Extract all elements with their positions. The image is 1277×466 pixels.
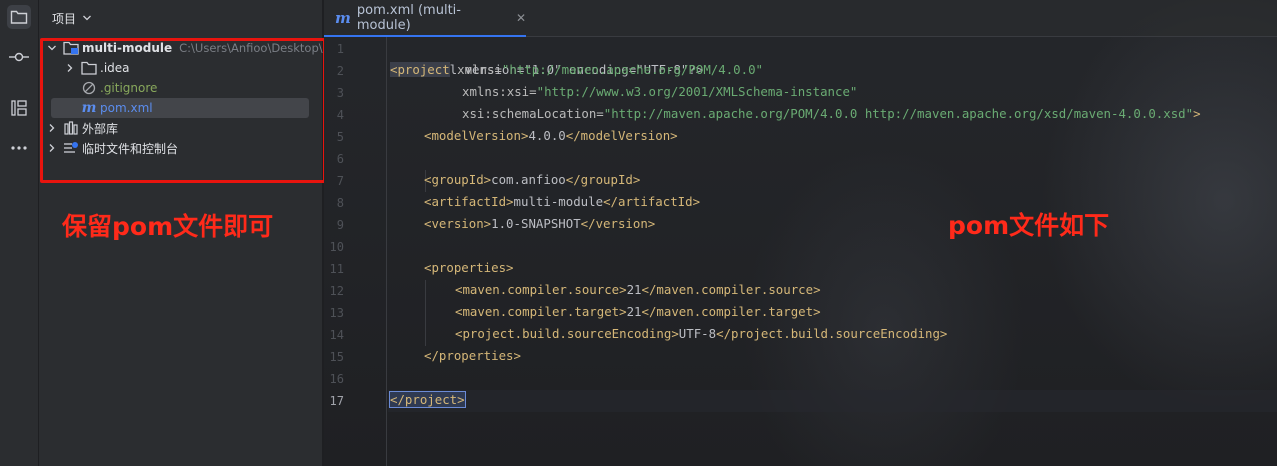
- annotation-right: pom文件如下: [948, 211, 1110, 240]
- line-number: 1: [336, 42, 344, 56]
- tab-bar: m pom.xml (multi-module) ✕: [324, 0, 1277, 37]
- indent-guide: [425, 280, 426, 346]
- open-tag: <project.build.sourceEncoding>: [455, 326, 679, 341]
- code-line-11[interactable]: <properties>: [424, 257, 514, 279]
- line-number: 5: [336, 130, 344, 144]
- code-line-4[interactable]: xsi:schemaLocation="http://maven.apache.…: [462, 103, 1201, 125]
- close-tag: </version>: [580, 216, 656, 231]
- line-number: 2: [336, 64, 344, 78]
- line-number: 12: [329, 284, 344, 298]
- activity-bar: [0, 0, 39, 466]
- line-number: 15: [329, 350, 344, 364]
- current-line-highlight: [388, 390, 1277, 412]
- close-icon[interactable]: ✕: [516, 11, 526, 25]
- line-number: 4: [336, 108, 344, 122]
- code-line-2[interactable]: <project xmlns="http://maven.apache.org/…: [390, 59, 763, 81]
- line-number: 14: [329, 328, 344, 342]
- tag-text: com.anfioo: [491, 172, 566, 187]
- close-tag: </modelVersion>: [565, 128, 678, 143]
- project-view-title: 项目: [52, 11, 77, 26]
- tag-text: 21: [626, 282, 642, 297]
- line-number: 6: [336, 152, 344, 166]
- tag-bracket: >: [457, 392, 465, 407]
- attribute-name: xsi:schemaLocation=: [462, 106, 604, 121]
- close-tag: </maven.compiler.source>: [641, 282, 821, 297]
- line-number: 10: [329, 240, 344, 254]
- line-number-gutter: 1 2 3 4 5 6 7 8 9 10 11 12 13 14 15 16 1…: [324, 37, 387, 466]
- tag-bracket: >: [1193, 106, 1201, 121]
- tag-text: multi-module: [513, 194, 604, 209]
- line-number: 16: [329, 372, 344, 386]
- folder-icon[interactable]: [7, 5, 31, 29]
- tab-pom-xml[interactable]: m pom.xml (multi-module) ✕: [324, 0, 526, 37]
- more-icon[interactable]: [7, 136, 31, 160]
- line-number: 8: [336, 196, 344, 210]
- line-number: 7: [336, 174, 344, 188]
- close-tag: </artifactId>: [603, 194, 701, 209]
- tag-text: 4.0.0: [528, 128, 566, 143]
- attribute-value: "http://www.w3.org/2001/XMLSchema-instan…: [536, 84, 858, 99]
- chevron-down-icon: [83, 15, 91, 21]
- close-tag: </groupId>: [565, 172, 641, 187]
- code-line-12[interactable]: <maven.compiler.source>21</maven.compile…: [455, 279, 821, 301]
- attribute-name: xmlns:xsi=: [462, 84, 537, 99]
- close-tag: </project.build.sourceEncoding>: [716, 326, 948, 341]
- open-tag: <properties>: [424, 260, 514, 275]
- close-tag: </properties>: [424, 348, 521, 363]
- code-line-7[interactable]: <groupId>com.anfioo</groupId>: [424, 169, 640, 191]
- attribute-value: "http://maven.apache.org/POM/4.0.0": [501, 62, 763, 77]
- open-tag: <modelVersion>: [424, 128, 529, 143]
- line-number: 11: [329, 262, 344, 276]
- annotation-left: 保留pom文件即可: [62, 212, 274, 241]
- open-tag: <artifactId>: [424, 194, 514, 209]
- code-line-5[interactable]: <modelVersion>4.0.0</modelVersion>: [424, 125, 678, 147]
- editor: m pom.xml (multi-module) ✕ 1 2 3 4 5 6 7…: [324, 0, 1277, 466]
- attribute-name: xmlns=: [449, 62, 502, 77]
- open-tag: <maven.compiler.source>: [455, 282, 627, 297]
- code-line-3[interactable]: xmlns:xsi="http://www.w3.org/2001/XMLSch…: [462, 81, 857, 103]
- attribute-value: "http://maven.apache.org/POM/4.0.0 http:…: [603, 106, 1194, 121]
- annotation-highlight-box: [40, 38, 326, 183]
- code-line-8[interactable]: <artifactId>multi-module</artifactId>: [424, 191, 700, 213]
- commit-icon[interactable]: [7, 45, 31, 69]
- open-tag: <maven.compiler.target>: [455, 304, 627, 319]
- tag-name: project: [404, 392, 458, 407]
- tag-name: project: [397, 62, 450, 77]
- maven-icon: m: [335, 8, 351, 27]
- tag-text: 1.0-SNAPSHOT: [491, 216, 581, 231]
- code-line-1[interactable]: <?xml version="1.0" encoding="UTF-8"?>: [390, 37, 703, 77]
- code-line-17[interactable]: </project>: [389, 389, 466, 411]
- close-tag: </maven.compiler.target>: [641, 304, 821, 319]
- open-tag: <groupId>: [424, 172, 492, 187]
- line-number: 3: [336, 86, 344, 100]
- code-line-9[interactable]: <version>1.0-SNAPSHOT</version>: [424, 213, 655, 235]
- code-line-13[interactable]: <maven.compiler.target>21</maven.compile…: [455, 301, 821, 323]
- tag-bracket: </: [390, 392, 405, 407]
- tag-text: 21: [626, 304, 642, 319]
- structure-icon[interactable]: [7, 96, 31, 120]
- line-number-current: 17: [329, 394, 344, 408]
- project-view-selector[interactable]: 项目: [52, 8, 92, 28]
- line-number: 13: [329, 306, 344, 320]
- open-tag: <version>: [424, 216, 492, 231]
- line-number: 9: [336, 218, 344, 232]
- tab-label: pom.xml (multi-module): [356, 2, 461, 33]
- code-line-14[interactable]: <project.build.sourceEncoding>UTF-8</pro…: [455, 323, 947, 345]
- code-line-15[interactable]: </properties>: [424, 345, 521, 367]
- tag-text: UTF-8: [678, 326, 717, 341]
